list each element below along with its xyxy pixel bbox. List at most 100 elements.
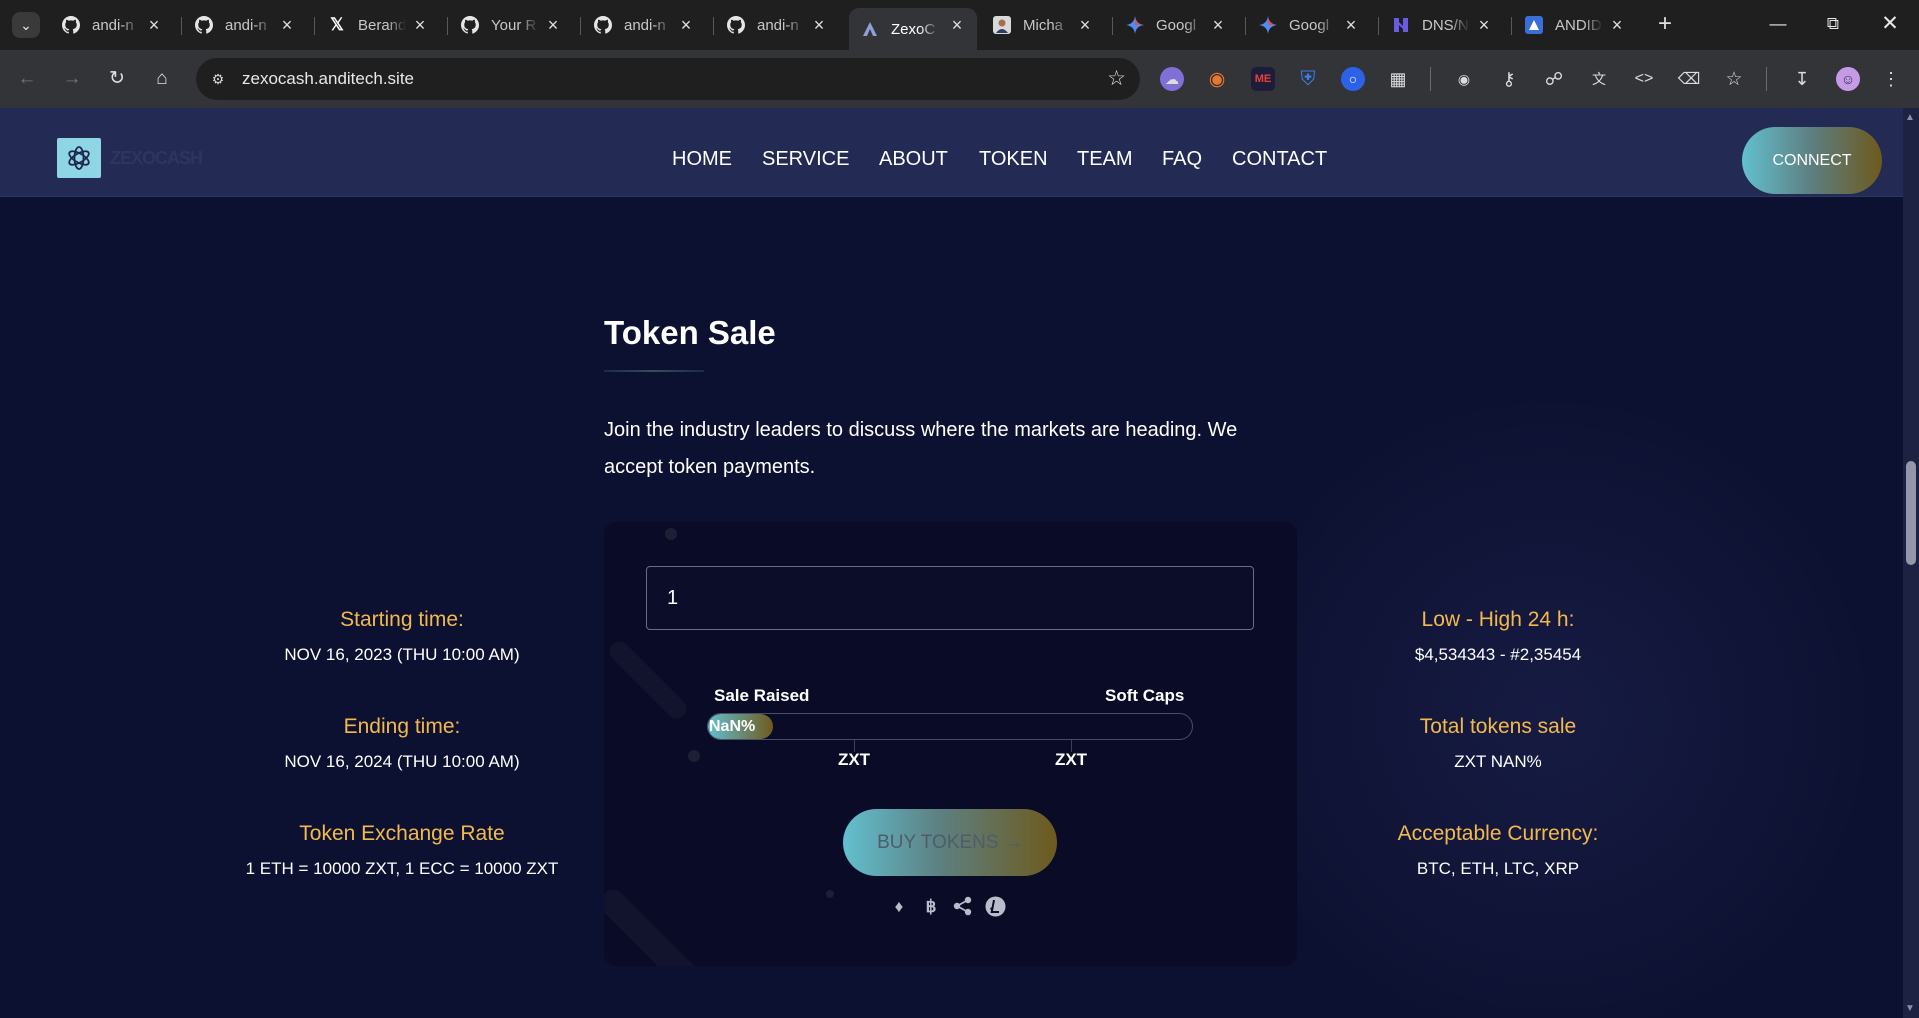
browser-tab-active[interactable]: ZexoC ×: [849, 8, 977, 50]
nav-about[interactable]: ABOUT: [879, 148, 948, 171]
decorative-dot: [826, 890, 834, 898]
nav-faq[interactable]: FAQ: [1162, 148, 1202, 171]
minimize-button[interactable]: —: [1758, 8, 1798, 40]
tab-divider: [1378, 17, 1379, 35]
tab-divider: [314, 17, 315, 35]
close-window-button[interactable]: ✕: [1870, 8, 1910, 40]
tab-title: andi-n: [92, 16, 134, 34]
tab-title: Your R: [491, 16, 537, 34]
tab-divider: [580, 17, 581, 35]
browser-tab[interactable]: andi-n ×: [715, 8, 839, 42]
andid-icon: [1525, 16, 1543, 34]
decorative-dot: [665, 528, 677, 540]
shield-extension-icon[interactable]: ⛨: [1296, 67, 1320, 91]
gemini-icon: [1259, 16, 1277, 34]
nav-service[interactable]: SERVICE: [762, 148, 849, 171]
browser-tab[interactable]: Your R ×: [449, 8, 573, 42]
back-button[interactable]: ←: [10, 62, 44, 96]
currency-value: BTC, ETH, LTC, XRP: [1416, 859, 1580, 878]
connect-button[interactable]: CONNECT: [1742, 127, 1882, 194]
low-high-label: Low - High 24 h:: [1421, 608, 1575, 631]
close-tab-icon[interactable]: ×: [947, 15, 967, 35]
starting-time-label: Starting time:: [340, 608, 464, 631]
browser-tab[interactable]: andi-n ×: [582, 8, 706, 42]
bookmarks-icon[interactable]: ☆: [1722, 67, 1746, 91]
ghost-extension-icon[interactable]: ☁: [1160, 67, 1184, 91]
total-tokens-label: Total tokens sale: [1419, 715, 1577, 738]
browser-tab[interactable]: andi-n ×: [183, 8, 307, 42]
close-tab-icon[interactable]: ×: [1341, 15, 1361, 35]
tab-divider: [713, 17, 714, 35]
close-tab-icon[interactable]: ×: [277, 15, 297, 35]
profile-icon: [993, 16, 1011, 34]
title-underline: [604, 370, 704, 372]
home-button[interactable]: ⌂: [145, 62, 179, 96]
decorative-dot: [688, 750, 700, 762]
close-tab-icon[interactable]: ×: [1075, 15, 1095, 35]
close-tab-icon[interactable]: ×: [1208, 15, 1228, 35]
ethereum-icon: ♦: [894, 897, 904, 916]
sale-raised-label: Sale Raised: [714, 686, 810, 705]
site-header: ZEXOCASH HOME SERVICE ABOUT TOKEN TEAM F…: [0, 108, 1903, 197]
buy-tokens-button[interactable]: BUY TOKENS →: [843, 809, 1057, 876]
reload-button[interactable]: ↻: [100, 62, 134, 96]
code-icon[interactable]: <>: [1632, 67, 1656, 91]
zexocash-logo[interactable]: [57, 138, 101, 178]
nav-contact[interactable]: CONTACT: [1232, 148, 1327, 171]
currency-label: Acceptable Currency:: [1397, 822, 1599, 845]
section-description: Join the industry leaders to discuss whe…: [604, 419, 1238, 478]
tab-title: andi-n: [624, 16, 666, 34]
address-bar[interactable]: ⚙ zexocash.anditech.site ☆: [196, 58, 1140, 100]
nav-token[interactable]: TOKEN: [979, 148, 1048, 171]
tick-label: ZXT: [837, 750, 871, 769]
forward-button[interactable]: →: [55, 62, 89, 96]
token-amount-input[interactable]: [646, 566, 1254, 630]
tab-search-button[interactable]: ⌄: [12, 12, 40, 38]
profile-avatar[interactable]: ☺: [1836, 67, 1860, 91]
restore-button[interactable]: ⧉: [1813, 8, 1853, 40]
close-tab-icon[interactable]: ×: [1607, 15, 1627, 35]
close-tab-icon[interactable]: ×: [676, 15, 696, 35]
incognito-icon[interactable]: ◉: [1452, 67, 1476, 91]
translate-icon[interactable]: 文: [1587, 67, 1611, 91]
url-text: zexocash.anditech.site: [242, 69, 414, 88]
close-tab-icon[interactable]: ×: [543, 15, 563, 35]
close-tab-icon[interactable]: ×: [1474, 15, 1494, 35]
scrollbar-thumb[interactable]: [1906, 461, 1916, 565]
link-icon[interactable]: ☍: [1542, 67, 1566, 91]
coinbase-extension-icon[interactable]: ○: [1341, 67, 1365, 91]
new-tab-button[interactable]: +: [1651, 10, 1679, 38]
flower-logo-icon: [68, 146, 90, 170]
site-info-icon[interactable]: ⚙: [206, 67, 230, 91]
trash-icon[interactable]: ⌫: [1677, 67, 1701, 91]
scroll-up-icon[interactable]: ▲: [1905, 112, 1915, 123]
browser-tab[interactable]: Googl ×: [1114, 8, 1238, 42]
metamask-extension-icon[interactable]: ◉: [1205, 67, 1229, 91]
tick-label: ZXT: [1054, 750, 1088, 769]
menu-kebab-icon[interactable]: ⋮: [1879, 67, 1903, 91]
nav-home[interactable]: HOME: [672, 148, 732, 171]
download-icon[interactable]: ↧: [1790, 67, 1814, 91]
browser-tab[interactable]: 𝕏 Berand ×: [316, 8, 440, 42]
browser-tab[interactable]: andi-n ×: [50, 8, 174, 42]
browser-tab[interactable]: Googl ×: [1247, 8, 1371, 42]
magiceden-extension-icon[interactable]: ME: [1251, 67, 1275, 91]
scroll-down-icon[interactable]: ▼: [1905, 1003, 1915, 1014]
toolbar-divider: [1766, 67, 1767, 91]
close-tab-icon[interactable]: ×: [144, 15, 164, 35]
webpage: ZEXOCASH HOME SERVICE ABOUT TOKEN TEAM F…: [0, 108, 1903, 1018]
browser-tab[interactable]: DNS/N ×: [1380, 8, 1504, 42]
gemini-icon: [1126, 16, 1144, 34]
ripple-icon: [952, 896, 974, 918]
extensions-puzzle-icon[interactable]: ▦: [1386, 67, 1410, 91]
browser-tab[interactable]: ANDID ×: [1513, 8, 1637, 42]
tab-title: Googl: [1289, 16, 1330, 34]
decorative-stroke: [606, 638, 691, 723]
nav-team[interactable]: TEAM: [1077, 148, 1133, 171]
bookmark-star-icon[interactable]: ☆: [1107, 66, 1126, 91]
close-tab-icon[interactable]: ×: [809, 15, 829, 35]
key-icon[interactable]: ⚷: [1497, 67, 1521, 91]
bitcoin-icon: ฿: [925, 897, 937, 916]
close-tab-icon[interactable]: ×: [410, 15, 430, 35]
browser-tab[interactable]: Micha ×: [981, 8, 1105, 42]
